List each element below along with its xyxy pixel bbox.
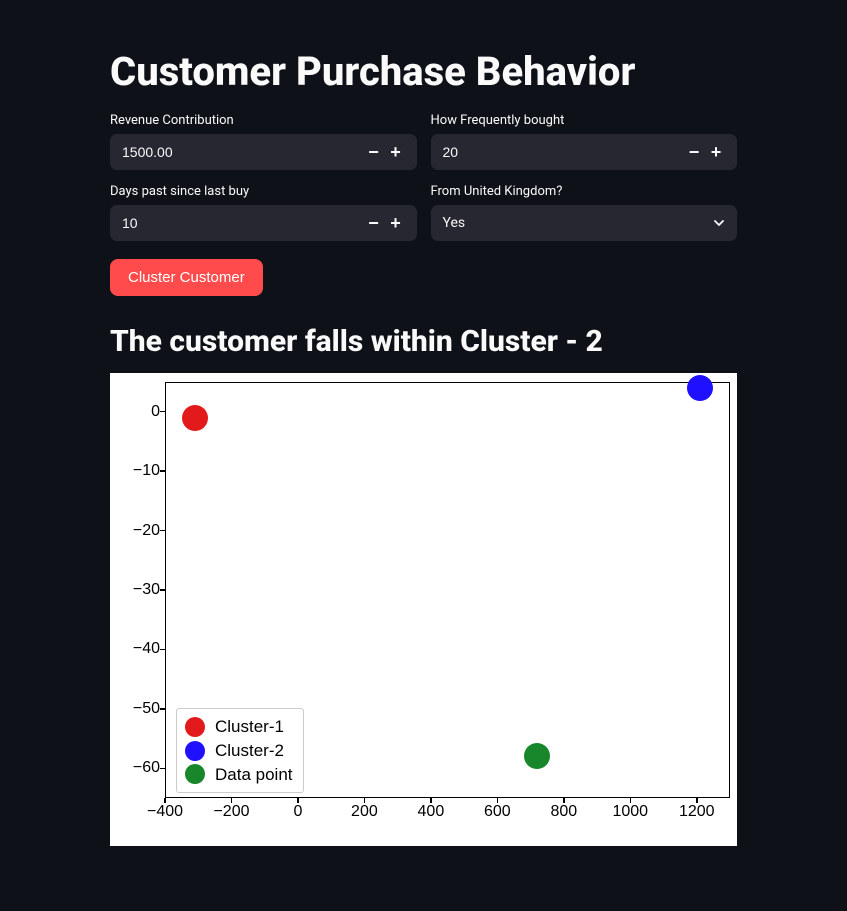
days-field-block: Days past since last buy − + [110,184,417,241]
frequency-input[interactable] [443,144,684,160]
x-tick: 0 [293,803,302,821]
revenue-field-block: Revenue Contribution − + [110,113,417,170]
input-form: Revenue Contribution − + How Frequently … [110,113,737,241]
uk-field-block: From United Kingdom? Yes [431,184,738,241]
result-heading: The customer falls within Cluster - 2 [110,324,737,359]
legend-entry: Cluster-1 [185,715,293,739]
revenue-label: Revenue Contribution [110,113,417,128]
x-tick: 200 [351,803,378,821]
frequency-input-wrap: − + [431,134,738,170]
y-tick: −30 [133,581,160,599]
legend-label: Cluster-2 [215,739,284,763]
cluster-customer-button[interactable]: Cluster Customer [110,259,263,296]
uk-label: From United Kingdom? [431,184,738,199]
frequency-decrement[interactable]: − [683,138,705,166]
legend-dot-icon [185,741,205,761]
page-title: Customer Purchase Behavior [110,48,737,95]
legend-entry: Data point [185,763,293,787]
days-label: Days past since last buy [110,184,417,199]
revenue-input-wrap: − + [110,134,417,170]
revenue-input[interactable] [122,144,363,160]
x-tick: 400 [418,803,445,821]
legend-label: Cluster-1 [215,715,284,739]
data-point [182,405,208,431]
x-tick: 600 [484,803,511,821]
revenue-decrement[interactable]: − [363,138,385,166]
legend-label: Data point [215,763,293,787]
x-tick: 800 [550,803,577,821]
x-tick: −200 [213,803,249,821]
chart-legend: Cluster-1Cluster-2Data point [176,708,304,793]
days-input-wrap: − + [110,205,417,241]
data-point [524,743,550,769]
y-tick: 0 [151,403,160,421]
chevron-down-icon [713,217,725,229]
cluster-chart: Cluster-1Cluster-2Data point 0 −10 −20 −30 −… [110,373,737,846]
y-tick: −50 [133,700,160,718]
y-tick: −40 [133,640,160,658]
legend-dot-icon [185,764,205,784]
legend-entry: Cluster-2 [185,739,293,763]
revenue-increment[interactable]: + [385,138,407,166]
days-input[interactable] [122,215,363,231]
frequency-increment[interactable]: + [705,138,727,166]
frequency-field-block: How Frequently bought − + [431,113,738,170]
days-decrement[interactable]: − [363,209,385,237]
x-tick: 1000 [612,803,648,821]
data-point [687,375,713,401]
x-tick: 1200 [679,803,715,821]
days-increment[interactable]: + [385,209,407,237]
uk-select-value: Yes [443,215,714,231]
legend-dot-icon [185,717,205,737]
y-tick: −60 [133,759,160,777]
x-tick: −400 [147,803,183,821]
uk-select[interactable]: Yes [431,205,738,241]
frequency-label: How Frequently bought [431,113,738,128]
y-tick: −10 [133,462,160,480]
y-tick: −20 [133,522,160,540]
